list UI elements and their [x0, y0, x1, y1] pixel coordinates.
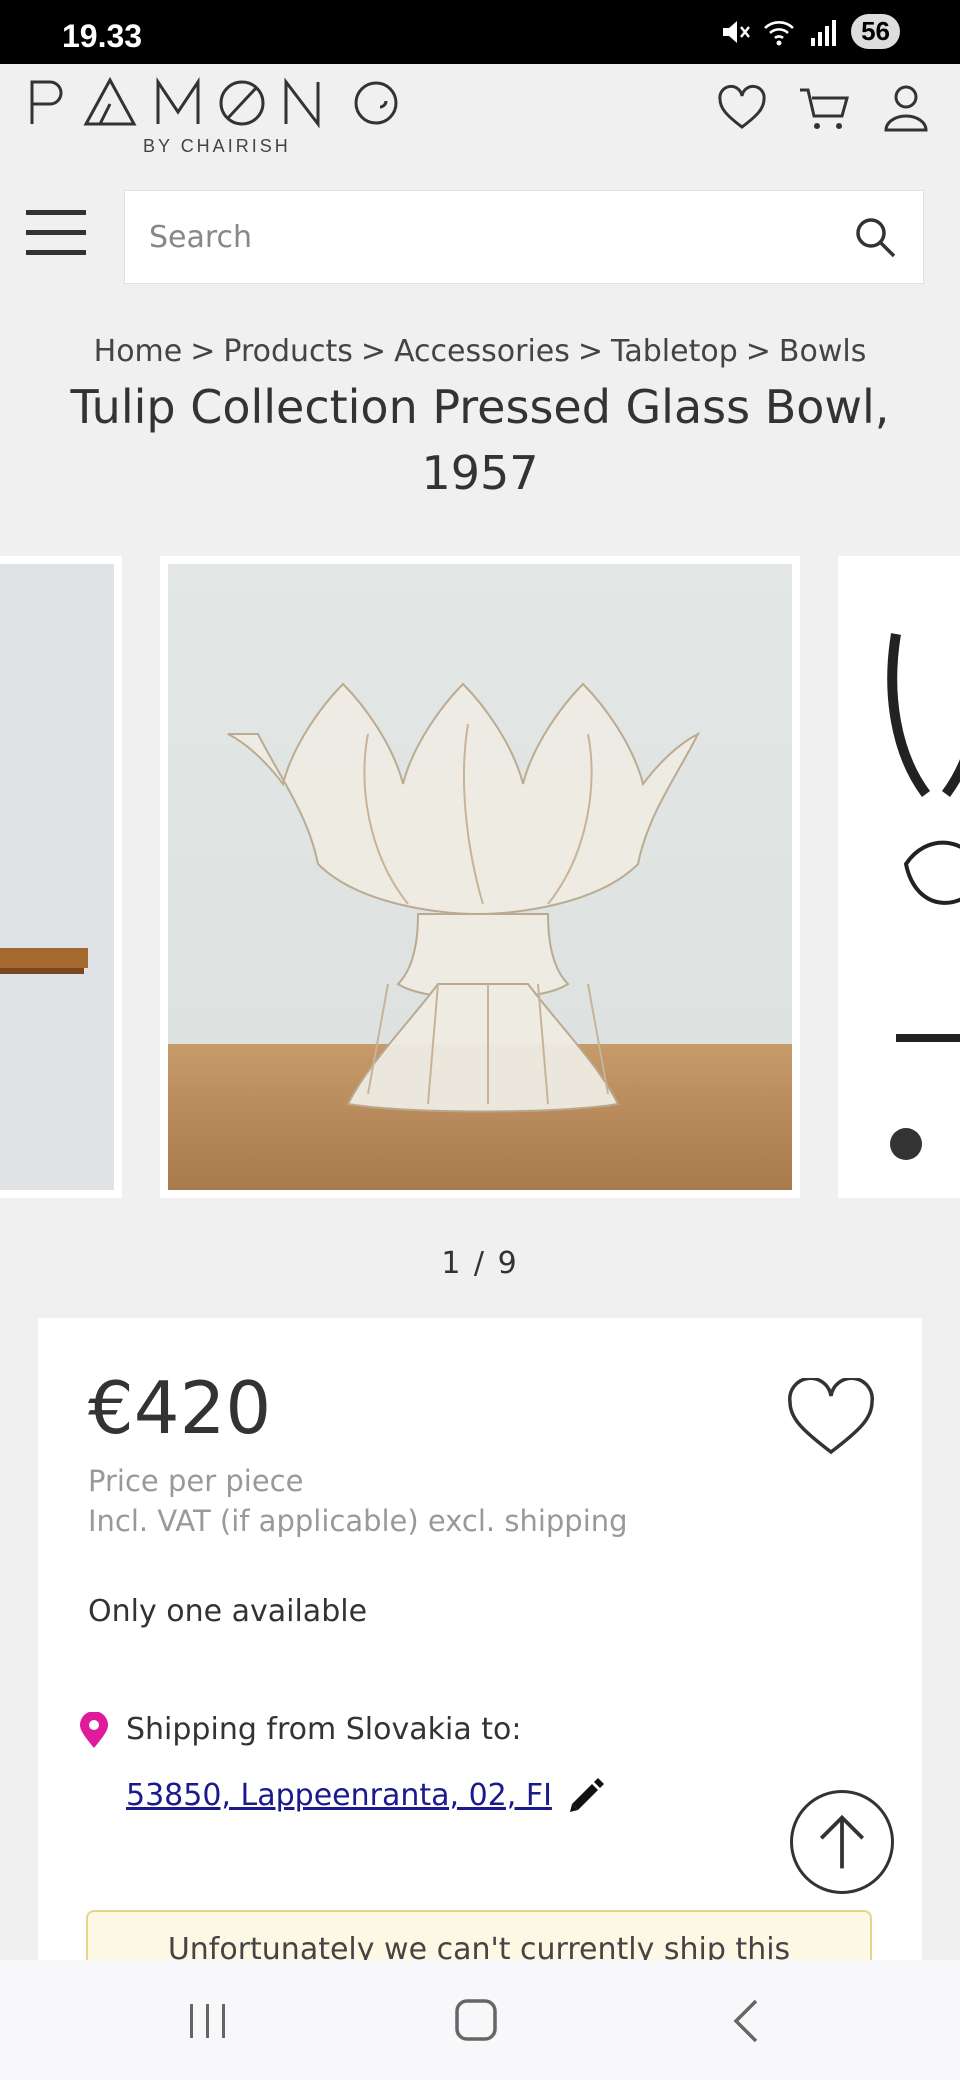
- wifi-icon: [764, 20, 794, 45]
- header-actions: [716, 82, 932, 134]
- breadcrumb-bowls[interactable]: Bowls: [779, 334, 866, 369]
- product-price: €420: [88, 1366, 272, 1450]
- search-bar: [124, 190, 924, 284]
- availability-status: Only one available: [88, 1594, 368, 1629]
- breadcrumb-separator: >: [745, 334, 771, 369]
- gallery-image-previous[interactable]: [0, 556, 122, 1198]
- product-info-card: €420 Price per piece Incl. VAT (if appli…: [38, 1318, 922, 2030]
- shipping-from-label: Shipping from Slovakia to:: [126, 1712, 522, 1747]
- search-input[interactable]: [149, 211, 829, 263]
- shipping-destination-link[interactable]: 53850, Lappeenranta, 02, FI: [126, 1778, 552, 1813]
- breadcrumb-accessories[interactable]: Accessories: [394, 334, 570, 369]
- breadcrumb: Home > Products > Accessories > Tabletop > Bowls: [0, 334, 960, 369]
- breadcrumb-separator: >: [360, 334, 387, 369]
- breadcrumb-separator: >: [190, 334, 216, 369]
- arrow-up-icon: [819, 1814, 865, 1869]
- mute-icon: [723, 20, 751, 43]
- logo-wordmark: [30, 76, 398, 129]
- signal-icon: [811, 19, 837, 46]
- hamburger-menu-icon[interactable]: [26, 208, 86, 258]
- product-title: Tulip Collection Pressed Glass Bowl, 195…: [70, 380, 890, 500]
- status-icons: 56: [719, 14, 900, 49]
- cart-icon[interactable]: [798, 82, 850, 134]
- back-icon[interactable]: [718, 1996, 778, 2046]
- image-counter: 1 / 9: [441, 1246, 519, 1281]
- previous-photo-table: [0, 564, 114, 1190]
- scroll-to-top-button[interactable]: [790, 1790, 894, 1894]
- catalog-page-photo: [846, 564, 960, 1190]
- price-per-piece-note: Price per piece: [88, 1464, 304, 1498]
- favorite-heart-icon[interactable]: [786, 1378, 876, 1458]
- gallery-image-main[interactable]: [160, 556, 800, 1198]
- glass-bowl-photo: [168, 564, 792, 1190]
- logo-subtitle: BY CHAIRISH: [143, 136, 291, 156]
- search-icon[interactable]: [853, 215, 897, 259]
- site-header: BY CHAIRISH: [0, 64, 960, 174]
- account-user-icon[interactable]: [880, 82, 932, 134]
- gallery-image-next[interactable]: [838, 556, 960, 1198]
- breadcrumb-home[interactable]: Home: [94, 334, 183, 369]
- image-gallery[interactable]: [0, 556, 960, 1198]
- battery-indicator: 56: [851, 14, 900, 49]
- vat-note: Incl. VAT (if applicable) excl. shipping: [88, 1504, 628, 1538]
- pamono-logo[interactable]: BY CHAIRISH: [28, 74, 398, 169]
- status-time: 19.33: [62, 18, 143, 54]
- breadcrumb-separator: >: [577, 334, 604, 369]
- recent-apps-icon[interactable]: [178, 1996, 238, 2046]
- wishlist-heart-icon[interactable]: [716, 82, 768, 134]
- status-bar: 19.33 56: [0, 0, 960, 64]
- breadcrumb-tabletop[interactable]: Tabletop: [611, 334, 738, 369]
- breadcrumb-products[interactable]: Products: [223, 334, 353, 369]
- home-icon[interactable]: [446, 1996, 506, 2046]
- system-navigation-bar: [0, 1960, 960, 2080]
- edit-pencil-icon[interactable]: [564, 1776, 606, 1818]
- location-pin-icon: [80, 1712, 108, 1748]
